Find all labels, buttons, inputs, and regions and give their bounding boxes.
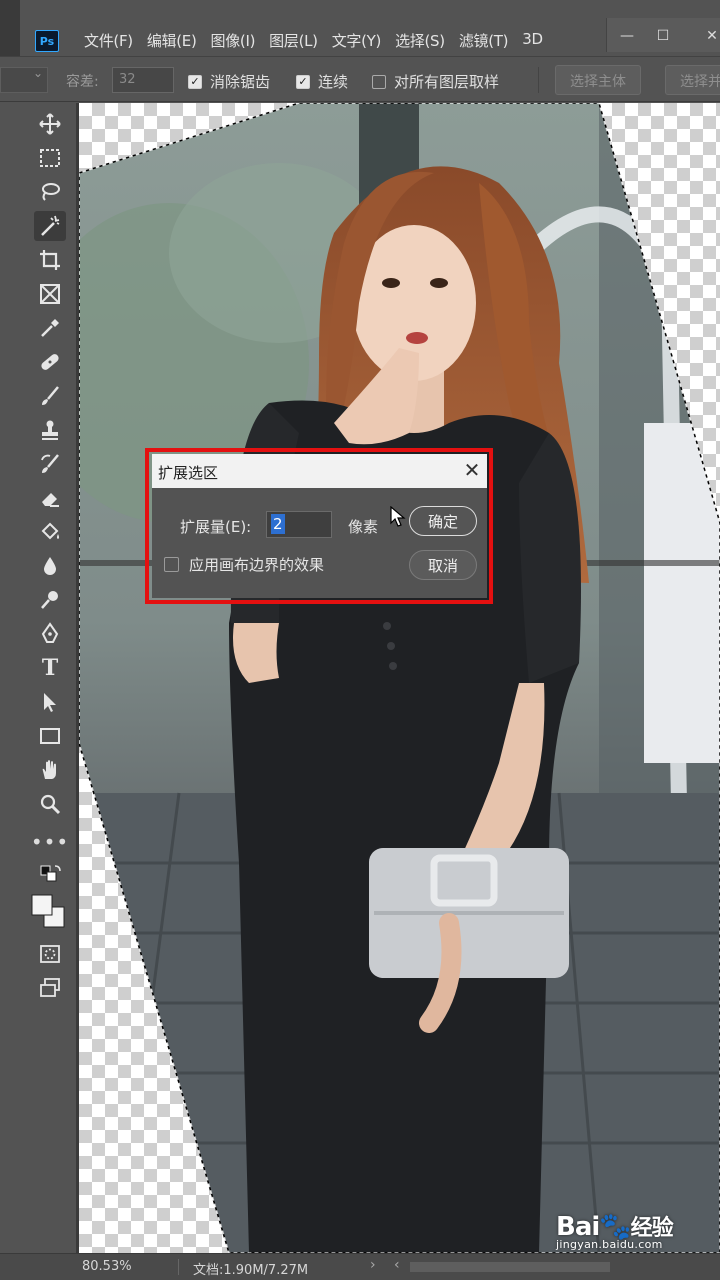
default-colors-icon[interactable] <box>34 865 66 885</box>
menu-bar: Ps 文件(F) 编辑(E) 图像(I) 图层(L) 文字(Y) 选择(S) 滤… <box>0 0 720 56</box>
more-icon[interactable]: ••• <box>31 827 68 857</box>
minimize-button[interactable]: — <box>607 22 647 50</box>
anti-alias-option[interactable]: ✓ 消除锯齿 <box>188 71 270 92</box>
hand-icon[interactable] <box>34 755 66 785</box>
anti-alias-label: 消除锯齿 <box>210 73 271 91</box>
status-bar: 80.53% 文档:1.90M/7.27M › ‹ <box>0 1253 720 1280</box>
eraser-icon[interactable] <box>34 483 66 513</box>
menu-layer[interactable]: 图层(L) <box>269 30 318 51</box>
baidu-jingyan-watermark: Bai🐾经验 jingyan.baidu.com <box>556 1210 674 1251</box>
main-menu: 文件(F) 编辑(E) 图像(I) 图层(L) 文字(Y) 选择(S) 滤镜(T… <box>84 30 543 51</box>
apply-canvas-bounds-label: 应用画布边界的效果 <box>189 556 325 574</box>
document-canvas[interactable] <box>79 103 720 1253</box>
expand-by-input[interactable]: 2 <box>266 511 332 538</box>
dialog-title-bar[interactable]: 扩展选区 ✕ <box>152 454 487 488</box>
screen-mode-icon[interactable] <box>34 973 66 1003</box>
menu-type[interactable]: 文字(Y) <box>332 30 382 51</box>
quick-mask-icon[interactable] <box>34 939 66 969</box>
history-brush-icon[interactable] <box>34 449 66 479</box>
options-divider <box>538 67 539 93</box>
tool-preset-picker[interactable] <box>0 66 48 93</box>
foreground-background-color-icon[interactable] <box>28 891 68 931</box>
photoshop-logo: Ps <box>35 30 59 52</box>
zoom-icon[interactable] <box>34 789 66 819</box>
contiguous-label: 连续 <box>318 73 349 91</box>
brush-icon[interactable] <box>34 381 66 411</box>
menu-image[interactable]: 图像(I) <box>211 30 256 51</box>
lasso-icon[interactable] <box>34 177 66 207</box>
frame-icon[interactable] <box>34 279 66 309</box>
tolerance-input[interactable]: 32 <box>112 67 174 93</box>
anti-alias-checkbox[interactable]: ✓ <box>188 74 202 89</box>
dialog-title: 扩展选区 <box>158 464 219 482</box>
sample-all-layers-label: 对所有图层取样 <box>394 73 500 91</box>
maximize-button[interactable]: ☐ <box>643 22 683 50</box>
sample-all-layers-checkbox[interactable] <box>372 74 386 89</box>
pen-icon[interactable] <box>34 619 66 649</box>
menu-filter[interactable]: 滤镜(T) <box>459 30 509 51</box>
blur-icon[interactable] <box>34 551 66 581</box>
apply-canvas-bounds-checkbox[interactable] <box>164 557 179 572</box>
photo-layer <box>79 103 720 1253</box>
document-size: 文档:1.90M/7.27M <box>193 1263 309 1278</box>
select-and-mask-button[interactable]: 选择并 <box>665 65 720 95</box>
menu-file[interactable]: 文件(F) <box>84 30 133 51</box>
status-menu-arrow-icon[interactable]: › <box>370 1257 376 1273</box>
paint-bucket-icon[interactable] <box>34 517 66 547</box>
scroll-left-icon[interactable]: ‹ <box>394 1257 400 1273</box>
crop-icon[interactable] <box>34 245 66 275</box>
status-divider <box>178 1259 179 1275</box>
tools-panel: T ••• <box>0 103 79 1253</box>
close-button[interactable]: ✕ <box>692 22 720 50</box>
apply-canvas-bounds-option[interactable]: 应用画布边界的效果 <box>164 554 324 575</box>
expand-selection-dialog: 扩展选区 ✕ 扩展量(E): 2 像素 确定 取消 应用画布边界的效果 <box>152 454 487 598</box>
magic-wand-icon[interactable] <box>34 211 66 241</box>
options-bar: 容差: 32 ✓ 消除锯齿 ✓ 连续 对所有图层取样 选择主体 选择并 <box>0 56 720 102</box>
expand-by-value: 2 <box>271 514 285 534</box>
watermark-site: jingyan.baidu.com <box>556 1238 663 1251</box>
eyedropper-icon[interactable] <box>34 313 66 343</box>
menu-select[interactable]: 选择(S) <box>395 30 445 51</box>
zoom-level[interactable]: 80.53% <box>82 1259 132 1274</box>
unit-label: 像素 <box>348 518 379 536</box>
move-icon[interactable] <box>34 109 66 139</box>
select-subject-button[interactable]: 选择主体 <box>555 65 641 95</box>
stamp-icon[interactable] <box>34 415 66 445</box>
close-icon[interactable]: ✕ <box>460 458 484 482</box>
contiguous-option[interactable]: ✓ 连续 <box>296 71 348 92</box>
type-icon[interactable]: T <box>34 653 66 683</box>
dodge-icon[interactable] <box>34 585 66 615</box>
menu-edit[interactable]: 编辑(E) <box>147 30 197 51</box>
healing-icon[interactable] <box>34 347 66 377</box>
marquee-icon[interactable] <box>34 143 66 173</box>
menu-3d[interactable]: 3D <box>522 30 543 51</box>
ok-button[interactable]: 确定 <box>409 506 477 536</box>
tolerance-label: 容差: <box>66 74 99 90</box>
horizontal-scrollbar[interactable] <box>410 1262 610 1272</box>
expand-by-label: 扩展量(E): <box>180 518 252 536</box>
contiguous-checkbox[interactable]: ✓ <box>296 74 310 89</box>
window-edge <box>0 0 20 56</box>
mouse-cursor-icon <box>390 506 406 527</box>
rectangle-icon[interactable] <box>34 721 66 751</box>
cancel-button[interactable]: 取消 <box>409 550 477 580</box>
sample-all-layers-option[interactable]: 对所有图层取样 <box>372 71 499 92</box>
path-select-icon[interactable] <box>34 687 66 717</box>
